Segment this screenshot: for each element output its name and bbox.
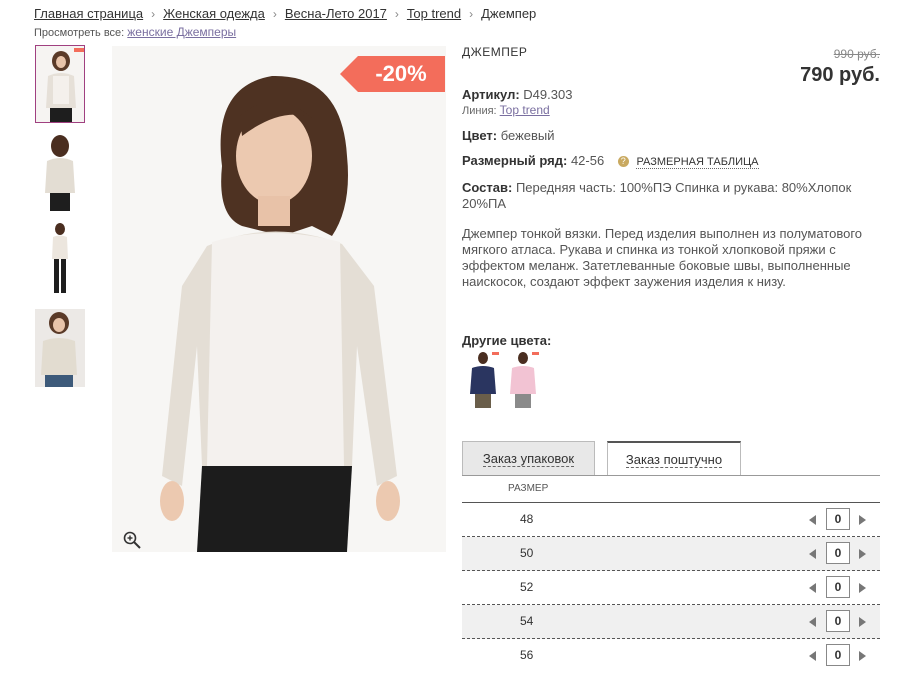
thumbnail-gallery: [35, 45, 89, 397]
increase-arrow-icon[interactable]: [859, 617, 866, 627]
tab-pack-order[interactable]: Заказ упаковок: [462, 441, 595, 475]
discount-badge: -20%: [375, 61, 427, 86]
old-price: 990 руб.: [833, 47, 880, 61]
zoom-icon[interactable]: [122, 530, 142, 550]
model-photo-icon: [35, 133, 85, 211]
size-value: 52: [520, 580, 534, 594]
model-photo-icon: [112, 46, 446, 552]
increase-arrow-icon[interactable]: [859, 651, 866, 661]
see-all-link[interactable]: женские Джемперы: [127, 25, 236, 39]
size-value: 56: [520, 648, 534, 662]
thumbnail-full-length[interactable]: [35, 221, 85, 299]
increase-arrow-icon[interactable]: [859, 549, 866, 559]
breadcrumb-link-spring-summer[interactable]: Весна-Лето 2017: [285, 6, 387, 21]
quantity-input[interactable]: 0: [826, 644, 850, 666]
size-range-row: Размерный ряд: 42-56 ? РАЗМЕРНАЯ ТАБЛИЦА: [462, 153, 759, 169]
quantity-input[interactable]: 0: [826, 576, 850, 598]
color-label: Цвет:: [462, 128, 498, 143]
other-colors-label: Другие цвета:: [462, 333, 552, 348]
breadcrumb-link-home[interactable]: Главная страница: [34, 6, 143, 21]
decrease-arrow-icon[interactable]: [809, 617, 816, 627]
tab-single-order[interactable]: Заказ поштучно: [607, 441, 741, 475]
breadcrumb-link-top-trend[interactable]: Top trend: [407, 6, 461, 21]
increase-arrow-icon[interactable]: [859, 515, 866, 525]
quantity-input[interactable]: 0: [826, 610, 850, 632]
breadcrumb-separator: ›: [469, 7, 474, 21]
line-link[interactable]: Top trend: [500, 103, 550, 117]
decrease-arrow-icon[interactable]: [809, 549, 816, 559]
size-column-header: РАЗМЕР: [508, 483, 549, 494]
model-photo-icon: [36, 46, 84, 122]
decrease-arrow-icon[interactable]: [809, 651, 816, 661]
product-description: Джемпер тонкой вязки. Перед изделия выпо…: [462, 226, 863, 289]
size-range-value: 42-56: [570, 153, 605, 168]
color-value: бежевый: [500, 128, 555, 143]
size-table-link[interactable]: РАЗМЕРНАЯ ТАБЛИЦА: [636, 156, 759, 169]
current-price: 790 руб.: [800, 64, 880, 86]
quantity-input[interactable]: 0: [826, 542, 850, 564]
breadcrumb-separator: ›: [151, 7, 156, 21]
composition-label: Состав:: [462, 180, 513, 195]
size-row-56: 56 0: [462, 639, 880, 673]
article-row: Артикул: D49.303: [462, 87, 572, 102]
size-value: 48: [520, 512, 534, 526]
tab-pack-order-label: Заказ упаковок: [482, 451, 575, 467]
product-title: ДЖЕМПЕР: [462, 45, 528, 59]
other-color-pink[interactable]: [506, 350, 540, 408]
color-row: Цвет: бежевый: [462, 128, 555, 143]
size-row-50: 50 0: [462, 537, 880, 571]
breadcrumb-current: Джемпер: [481, 6, 537, 21]
other-color-navy[interactable]: [466, 350, 500, 408]
size-range-label: Размерный ряд:: [462, 153, 568, 168]
size-value: 54: [520, 614, 534, 628]
size-row-52: 52 0: [462, 571, 880, 605]
tab-divider: [462, 475, 880, 476]
article-value: D49.303: [523, 87, 573, 102]
composition-row: Состав: Передняя часть: 100%ПЭ Спинка и …: [462, 180, 882, 212]
line-label: Линия:: [462, 105, 497, 117]
breadcrumb-separator: ›: [272, 7, 277, 21]
breadcrumb: Главная страница › Женская одежда › Весна-Ле…: [34, 6, 536, 21]
see-all-line: Просмотреть все: женские Джемперы: [34, 25, 236, 39]
model-photo-icon: [35, 309, 85, 387]
decrease-arrow-icon[interactable]: [809, 515, 816, 525]
model-photo-icon: [35, 221, 85, 299]
main-product-image[interactable]: [112, 46, 446, 552]
composition-value: Передняя часть: 100%ПЭ Спинка и рукава: …: [462, 180, 852, 211]
line-row: Линия: Top trend: [462, 103, 550, 117]
quantity-input[interactable]: 0: [826, 508, 850, 530]
size-value: 50: [520, 546, 534, 560]
breadcrumb-separator: ›: [394, 7, 399, 21]
thumbnail-front[interactable]: [35, 45, 85, 123]
see-all-label: Просмотреть все:: [34, 27, 125, 39]
thumbnail-back[interactable]: [35, 133, 85, 211]
tab-single-order-label: Заказ поштучно: [625, 452, 723, 468]
help-icon: ?: [617, 156, 629, 167]
size-row-54: 54 0: [462, 605, 880, 639]
increase-arrow-icon[interactable]: [859, 583, 866, 593]
decrease-arrow-icon[interactable]: [809, 583, 816, 593]
article-label: Артикул:: [462, 87, 520, 102]
thumbnail-model[interactable]: [35, 309, 85, 387]
size-row-48: 48 0: [462, 503, 880, 537]
breadcrumb-link-womens-clothing[interactable]: Женская одежда: [163, 6, 265, 21]
